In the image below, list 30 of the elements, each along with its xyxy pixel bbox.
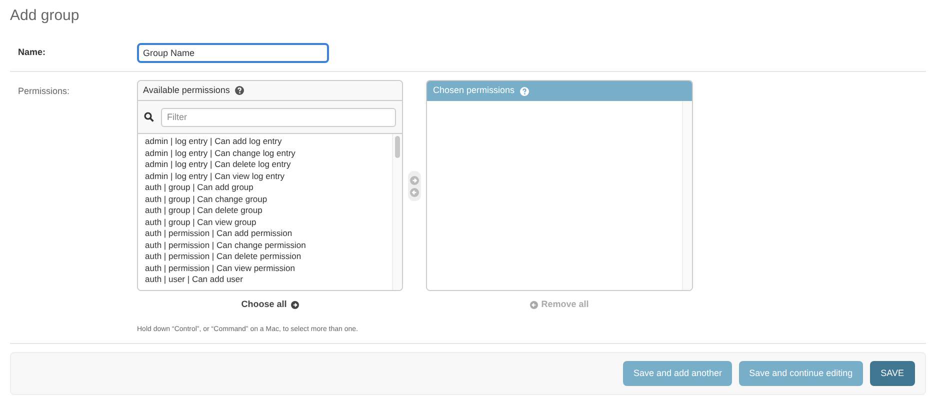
permissions-label: Permissions: [17, 85, 71, 98]
permission-option[interactable]: admin | log entry | Can add log entry [145, 136, 392, 148]
permission-option[interactable]: auth | permission | Can view permission [145, 262, 392, 274]
scrollbar-thumb[interactable] [395, 136, 400, 158]
help-icon [234, 86, 244, 95]
permission-option[interactable]: auth | group | Can add group [145, 182, 392, 194]
page-title: Add group [10, 6, 80, 26]
permission-option[interactable]: auth | group | Can change group [145, 194, 392, 205]
arrow-left-icon [530, 300, 538, 309]
permission-option[interactable]: auth | group | Can view group [145, 216, 392, 228]
save-button[interactable]: SAVE [870, 361, 915, 386]
panel-title: Chosen permissions [433, 84, 515, 98]
arrow-right-icon[interactable] [410, 176, 419, 184]
permission-option[interactable]: auth | permission | Can delete permission [145, 251, 392, 262]
permission-option[interactable]: admin | log entry | Can view log entry [145, 170, 392, 182]
permission-option[interactable]: admin | log entry | Can change log entry [145, 148, 392, 159]
permission-option[interactable]: auth | user | Can add user [145, 274, 392, 286]
permission-option[interactable]: auth | group | Can delete group [145, 205, 392, 216]
permission-option[interactable]: auth | permission | Can add permission [145, 228, 392, 240]
filter-input[interactable]: Filter [161, 108, 396, 126]
name-label: Name: [17, 46, 47, 59]
search-icon [144, 112, 154, 122]
permission-option[interactable]: auth | permission | Can change permission [145, 240, 392, 251]
arrow-left-icon[interactable] [410, 188, 419, 196]
choose-all-link[interactable]: Choose all [241, 298, 299, 312]
panel-title: Available permissions [143, 84, 230, 97]
permission-option[interactable]: admin | log entry | Can delete log entry [145, 159, 392, 170]
arrow-right-icon [290, 300, 299, 309]
name-input[interactable]: Group Name [137, 42, 329, 62]
help-icon [520, 86, 529, 96]
